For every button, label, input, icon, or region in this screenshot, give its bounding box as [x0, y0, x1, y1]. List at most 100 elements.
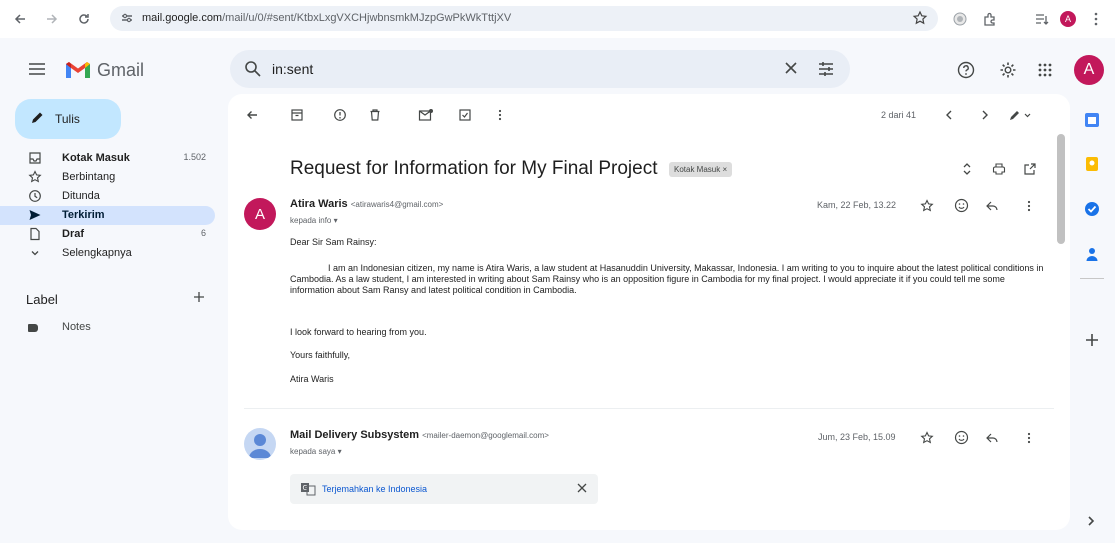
- emoji-reaction-icon[interactable]: [954, 430, 969, 445]
- help-icon[interactable]: [956, 60, 976, 80]
- compose-label: Tulis: [55, 112, 80, 126]
- reply-icon[interactable]: [985, 199, 999, 213]
- reply-icon[interactable]: [985, 431, 999, 445]
- account-avatar[interactable]: A: [1074, 55, 1104, 85]
- main-menu-icon[interactable]: [27, 59, 47, 79]
- unread-count: 1.502: [183, 152, 206, 162]
- search-icon[interactable]: [244, 60, 262, 78]
- input-tools-pen-icon[interactable]: [1008, 108, 1034, 122]
- send-icon: [28, 208, 42, 222]
- search-input[interactable]: in:sent: [272, 61, 313, 77]
- sender-name[interactable]: Atira Waris: [290, 198, 348, 210]
- reading-list-icon[interactable]: [1032, 9, 1052, 29]
- sidebar-item-label: Selengkapnya: [62, 247, 132, 259]
- pagination-text: 2 dari 41: [881, 110, 917, 120]
- message-divider: [244, 408, 1054, 409]
- older-chevron-icon[interactable]: [980, 108, 990, 122]
- open-new-window-icon[interactable]: [1023, 162, 1037, 176]
- tasks-icon[interactable]: [1084, 201, 1100, 217]
- translate-link[interactable]: Terjemahkan ke Indonesia: [322, 484, 427, 494]
- add-addon-plus-icon[interactable]: [1084, 332, 1100, 348]
- report-spam-icon[interactable]: [333, 108, 347, 122]
- sender-email: <mailer-daemon@googlemail.com>: [422, 431, 549, 440]
- draft-file-icon: [28, 227, 42, 241]
- print-icon[interactable]: [992, 162, 1006, 176]
- scrollbar[interactable]: [1057, 134, 1065, 244]
- email-body-paragraph: I am an Indonesian citizen, my name is A…: [290, 263, 1044, 295]
- sender-avatar[interactable]: [244, 428, 276, 460]
- expand-all-icon[interactable]: [961, 161, 973, 177]
- recipients-dropdown[interactable]: kepada info ▾: [290, 216, 338, 225]
- sidebar-item-starred[interactable]: Berbintang: [0, 168, 215, 187]
- chevron-down-icon: [28, 246, 42, 260]
- translate-icon: G: [300, 482, 316, 496]
- search-bar[interactable]: in:sent: [230, 50, 850, 88]
- sidebar-item-snoozed[interactable]: Ditunda: [0, 187, 215, 206]
- labels-heading: Label: [26, 292, 58, 307]
- sender-line: Atira Waris <atirawaris4@gmail.com>: [290, 198, 443, 210]
- message-date: Kam, 22 Feb, 13.22: [817, 200, 897, 210]
- extensions-puzzle-icon[interactable]: [980, 9, 1000, 29]
- search-options-icon[interactable]: [817, 60, 835, 78]
- sidebar-item-label: Kotak Masuk: [62, 152, 130, 164]
- newer-chevron-icon[interactable]: [944, 108, 954, 122]
- gmail-logo[interactable]: [63, 57, 93, 81]
- forward-icon[interactable]: [42, 9, 62, 29]
- settings-gear-icon[interactable]: [998, 60, 1018, 80]
- apps-grid-icon[interactable]: [1035, 60, 1055, 80]
- back-icon[interactable]: [10, 9, 30, 29]
- sidebar-item-inbox[interactable]: Kotak Masuk 1.502: [0, 149, 215, 168]
- email-signature: Atira Waris: [290, 374, 334, 384]
- mail-view: 2 dari 41 Request for Information for My…: [228, 94, 1070, 530]
- more-actions-icon[interactable]: [498, 108, 502, 122]
- sender-avatar[interactable]: A: [244, 198, 276, 230]
- archive-icon[interactable]: [290, 108, 304, 122]
- compose-button[interactable]: Tulis: [15, 99, 121, 139]
- inbox-label-chip[interactable]: Kotak Masuk ×: [669, 162, 733, 177]
- back-to-list-icon[interactable]: [245, 108, 259, 122]
- star-icon[interactable]: [920, 199, 934, 213]
- mark-unread-icon[interactable]: [418, 108, 434, 122]
- message-more-icon[interactable]: [1027, 199, 1031, 213]
- chrome-menu-icon[interactable]: [1086, 9, 1106, 29]
- star-icon[interactable]: [920, 431, 934, 445]
- app-name: Gmail: [97, 60, 145, 80]
- draft-count: 6: [200, 228, 206, 238]
- sidebar-item-drafts[interactable]: Draf 6: [0, 225, 215, 244]
- email-closing-line: I look forward to hearing from you.: [290, 327, 427, 337]
- add-label-icon[interactable]: [192, 290, 206, 304]
- email-subject: Request for Information for My Final Pro…: [290, 158, 658, 179]
- address-bar[interactable]: mail.google.com/mail/u/0/#sent/KtbxLxgVX…: [110, 6, 938, 31]
- trash-icon[interactable]: [368, 108, 382, 122]
- site-info-icon[interactable]: [120, 11, 134, 25]
- sidebar-item-sent[interactable]: Terkirim: [0, 206, 215, 225]
- clock-icon: [28, 189, 42, 203]
- contacts-icon[interactable]: [1084, 246, 1100, 262]
- expand-side-panel-icon[interactable]: [1086, 514, 1102, 530]
- label-name: Notes: [62, 321, 91, 333]
- sidebar-item-label: Draf: [62, 228, 85, 240]
- calendar-icon[interactable]: [1084, 112, 1100, 128]
- side-panel-divider: [1080, 278, 1104, 279]
- profile-avatar[interactable]: A: [1058, 9, 1078, 29]
- message-more-icon[interactable]: [1027, 431, 1031, 445]
- sender-name[interactable]: Mail Delivery Subsystem: [290, 429, 419, 441]
- label-item-notes[interactable]: Notes: [26, 320, 206, 336]
- clear-search-icon[interactable]: [783, 60, 799, 76]
- sidebar-item-label: Berbintang: [62, 171, 116, 183]
- extension-icon[interactable]: [950, 9, 970, 29]
- pencil-icon: [29, 110, 45, 126]
- bookmark-star-icon[interactable]: [912, 10, 928, 26]
- add-to-tasks-icon[interactable]: [458, 108, 472, 122]
- sidebar-item-more[interactable]: Selengkapnya: [0, 244, 215, 263]
- keep-icon[interactable]: [1084, 156, 1100, 172]
- email-greeting: Dear Sir Sam Rainsy:: [290, 237, 377, 247]
- sender-email: <atirawaris4@gmail.com>: [350, 200, 444, 209]
- email-sign-off: Yours faithfully,: [290, 350, 351, 360]
- reload-icon[interactable]: [74, 9, 94, 29]
- star-icon: [28, 170, 42, 184]
- sender-line: Mail Delivery Subsystem <mailer-daemon@g…: [290, 429, 549, 441]
- close-icon[interactable]: [576, 482, 588, 494]
- emoji-reaction-icon[interactable]: [954, 198, 969, 213]
- recipients-dropdown[interactable]: kepada saya ▾: [290, 447, 342, 456]
